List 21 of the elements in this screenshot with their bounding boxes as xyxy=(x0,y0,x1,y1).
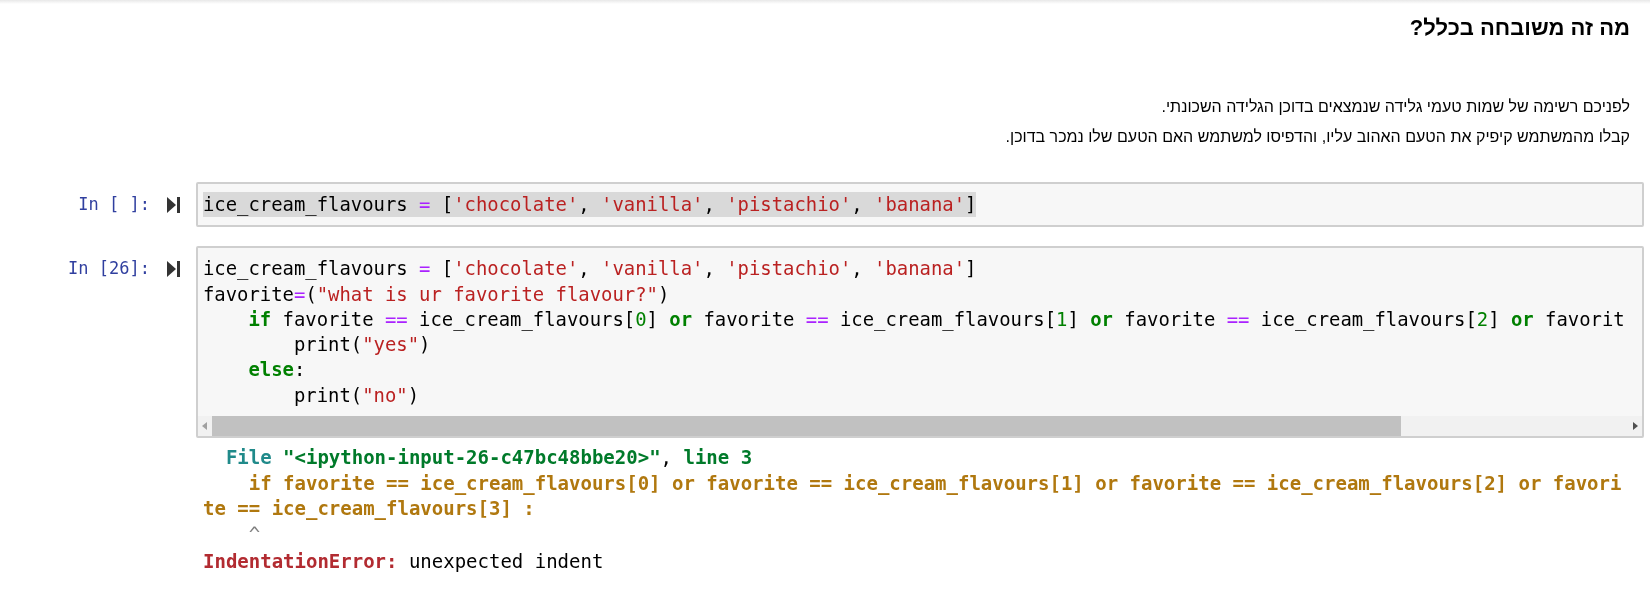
traceback-line: File "<ipython-input-26-c47bc48bbe20>", line 3 xyxy=(224,445,753,471)
code-cell[interactable] xyxy=(196,246,1644,439)
code-line: print("no") xyxy=(293,382,420,408)
code-line: favorite=("what is ur favorite flavour?") xyxy=(203,281,670,307)
cell-prompt: In [ ]: xyxy=(78,193,150,216)
code-line: else: xyxy=(247,357,306,383)
instruction-text: לפניכם רשימה של שמות טעמי גלידה שנמצאים בדוכן הגלידה השכונתי. xyxy=(1161,97,1630,117)
code-line: if favorite == ice_cream_flavours[0] or favorite == ice_cream_flavours[1] or favorite == ice_cream_flavours[2] or favorit xyxy=(247,306,1625,333)
traceback-line: te == ice_cream_flavours[3] : xyxy=(203,496,535,522)
section-heading: מה זה משובחה בכלל? xyxy=(1408,14,1630,42)
scrollbar-thumb[interactable] xyxy=(212,416,1402,437)
traceback-line: if favorite == ice_cream_flavours[0] or favorite == ice_cream_flavours[1] or favorite == ice_cream_flavours[2] or favori xyxy=(247,470,1622,497)
instruction-text: קבלו מהמשתמש קיפיק את הטעם האהוב עליו, והדפיסו למשתמש האם הטעם שלו נמכר בדוכן. xyxy=(1005,127,1630,147)
error-message: IndentationError: unexpected indent xyxy=(203,549,604,575)
run-icon[interactable] xyxy=(166,261,180,278)
cell-prompt: In [26]: xyxy=(68,257,150,281)
traceback-line: ^ xyxy=(247,521,261,547)
code-cell[interactable]: ice_cream_flavours = ['chocolate', 'vanilla', 'pistachio', 'banana'] xyxy=(196,182,1644,228)
code-line: ice_cream_flavours = ['chocolate', 'vanilla', 'pistachio', 'banana'] xyxy=(203,256,977,282)
code-line: print("yes") xyxy=(293,332,431,358)
run-icon[interactable] xyxy=(166,197,180,213)
